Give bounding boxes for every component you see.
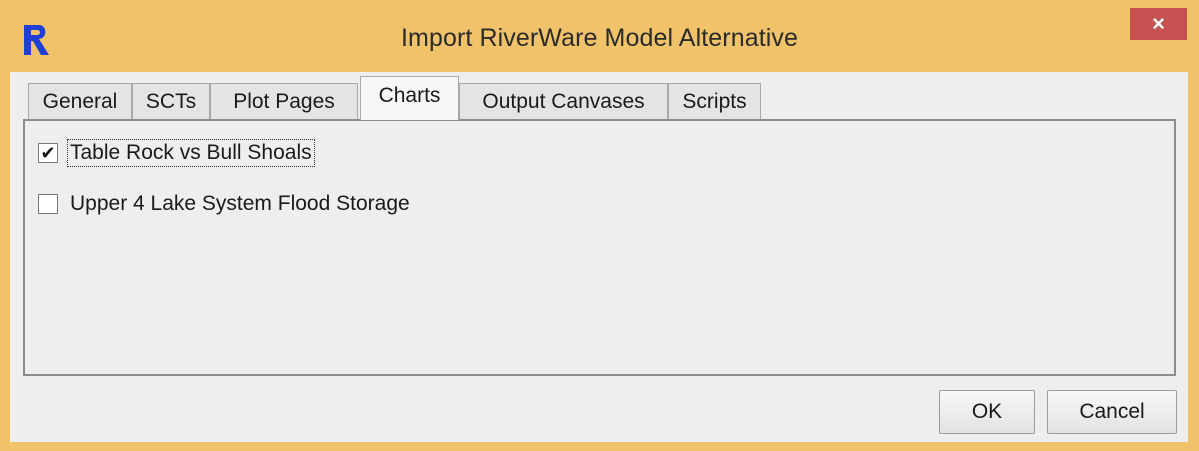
tab-label: Scripts xyxy=(682,89,747,113)
close-icon: × xyxy=(1152,11,1165,36)
ok-button[interactable]: OK xyxy=(939,390,1035,434)
chart-label[interactable]: Upper 4 Lake System Flood Storage xyxy=(68,191,412,217)
charts-list-panel: ✔ Table Rock vs Bull Shoals Upper 4 Lake… xyxy=(23,119,1176,376)
tab-label: Output Canvases xyxy=(482,89,645,113)
dialog-body: General SCTs Plot Pages Charts Output Ca… xyxy=(10,72,1188,442)
tab-label: SCTs xyxy=(145,89,197,113)
tab-label: Plot Pages xyxy=(233,89,335,113)
chart-item[interactable]: ✔ Table Rock vs Bull Shoals xyxy=(38,137,315,169)
close-button[interactable]: × xyxy=(1130,8,1187,40)
tab-scripts[interactable]: Scripts xyxy=(668,83,761,119)
chart-item[interactable]: Upper 4 Lake System Flood Storage xyxy=(38,188,412,220)
chart-label[interactable]: Table Rock vs Bull Shoals xyxy=(67,139,315,167)
tab-charts[interactable]: Charts xyxy=(360,76,459,120)
dialog-window: Import RiverWare Model Alternative × Gen… xyxy=(0,0,1199,451)
cancel-button[interactable]: Cancel xyxy=(1047,390,1177,434)
chart-checkbox[interactable]: ✔ xyxy=(38,143,58,163)
title-bar[interactable]: Import RiverWare Model Alternative × xyxy=(0,0,1199,78)
tab-label: Charts xyxy=(378,83,441,107)
tab-scts[interactable]: SCTs xyxy=(132,83,210,119)
tab-label: General xyxy=(42,89,118,113)
tab-output-canvases[interactable]: Output Canvases xyxy=(459,83,668,119)
tab-general[interactable]: General xyxy=(28,83,132,119)
chart-checkbox[interactable] xyxy=(38,194,58,214)
tab-plot-pages[interactable]: Plot Pages xyxy=(210,83,358,119)
window-title: Import RiverWare Model Alternative xyxy=(400,24,799,52)
